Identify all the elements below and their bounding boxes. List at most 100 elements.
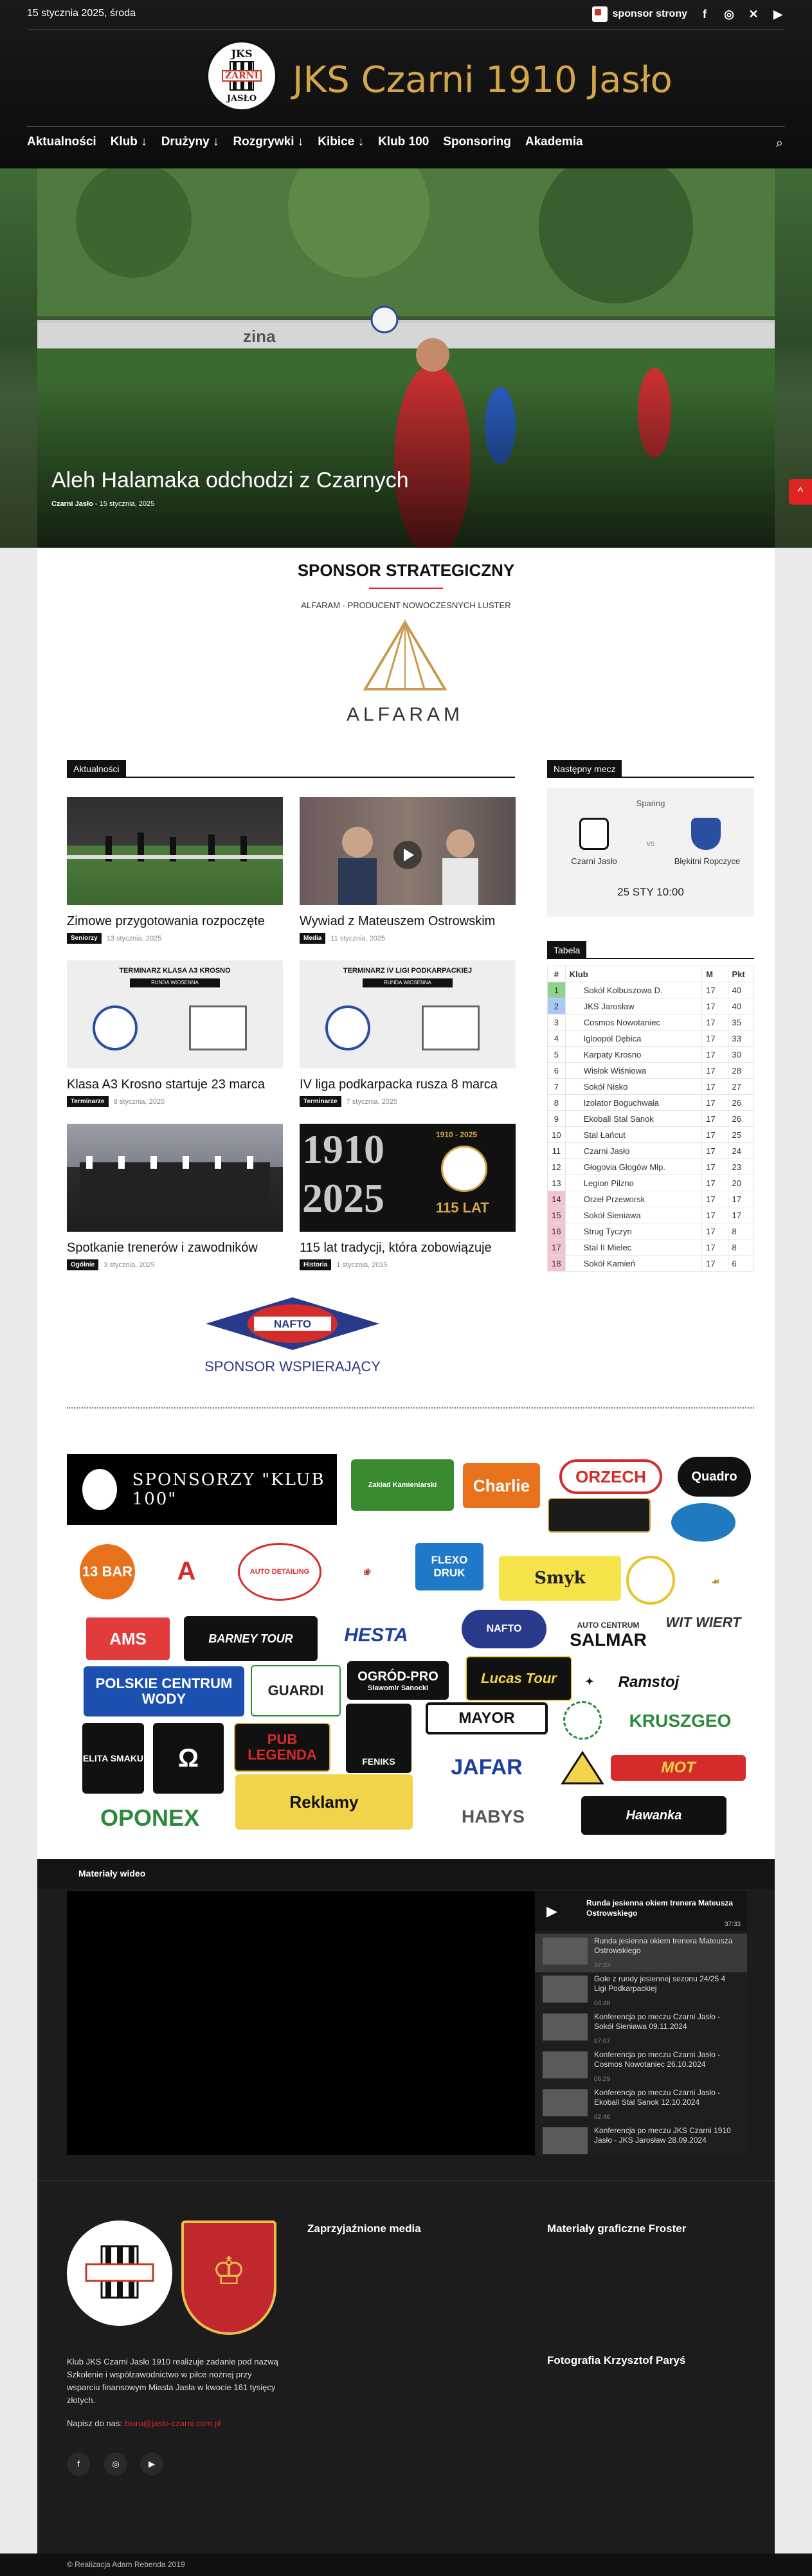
table-cell-club[interactable]: Sokół Nisko — [564, 1078, 703, 1095]
sponsor-link[interactable]: sponsor strony — [591, 6, 687, 22]
sponsor-logo-mot[interactable]: MOT — [611, 1755, 746, 1781]
news-image[interactable] — [67, 1124, 283, 1232]
table-cell-club[interactable]: Ekoball Stal Sanok — [564, 1110, 703, 1127]
sponsor-logo-omega[interactable]: Ω — [153, 1723, 224, 1794]
sponsor-logo-ramstoj[interactable]: Ramstoj — [607, 1668, 690, 1697]
sponsor-logo-ogrodpro[interactable]: OGRÓD-PRO Sławomir Sanocki — [347, 1661, 449, 1700]
video-player[interactable] — [67, 1891, 535, 2155]
table-cell-club[interactable]: Głogovia Głogów Młp. — [564, 1158, 703, 1175]
jaslo-coat-of-arms[interactable]: ♔ — [181, 2220, 276, 2335]
hero-title[interactable]: Aleh Halamaka odchodzi z Czarnych — [51, 468, 409, 493]
playlist-item[interactable]: Konferencja po meczu Czarni Jasło - Sokó… — [543, 2010, 735, 2046]
sponsor-logo-ams[interactable]: AMS — [86, 1617, 170, 1660]
news-card[interactable]: Wywiad z Mateuszem Ostrowskim Media 11 st… — [300, 797, 516, 944]
news-image[interactable]: 1910 2025 1910 - 2025 115 LAT — [300, 1124, 516, 1232]
sponsor-logo-gold[interactable]: ☙ — [681, 1562, 748, 1601]
news-card[interactable]: TERMINARZ KLASA A3 KROSNO RUNDA WIOSENNA… — [67, 960, 283, 1107]
nav-item-akademia[interactable]: Akademia — [525, 135, 583, 149]
sponsor-logo-hawanka[interactable]: Hawanka — [581, 1796, 726, 1835]
club-logo[interactable]: JKS ZARNI JASŁO — [206, 40, 278, 112]
sponsor-logo-orzech[interactable]: ORZECH — [559, 1459, 662, 1494]
sponsor-logo-witwiert[interactable]: WIT WIERT — [658, 1610, 748, 1635]
youtube-icon[interactable]: ▶ — [771, 8, 785, 21]
table-cell-club[interactable]: Stal II Mielec — [564, 1239, 703, 1256]
table-cell-club[interactable]: Cosmos Nowotaniec — [564, 1014, 703, 1031]
table-cell-club[interactable]: Wisłok Wiśniowa — [564, 1062, 703, 1079]
sponsor-logo-quadro[interactable]: Quadro — [678, 1457, 751, 1497]
news-image[interactable]: TERMINARZ IV LIGI PODKARPACKIEJ RUNDA WI… — [300, 960, 516, 1068]
sponsor-logo-13bar[interactable]: 13 BAR — [80, 1544, 135, 1599]
sponsor-logo-guardi[interactable]: GUARDI — [251, 1665, 341, 1716]
news-title[interactable]: Spotkanie trenerów i zawodników — [67, 1241, 283, 1256]
table-cell-club[interactable]: Sokół Kolbuszowa D. — [564, 982, 703, 998]
video-thumbnail[interactable] — [543, 2089, 588, 2116]
video-thumbnail[interactable] — [543, 1938, 588, 1965]
playlist-item[interactable]: Konferencja po meczu Czarni Jasło - Ekob… — [543, 2085, 735, 2121]
sponsor-logo-lucastour[interactable]: Lucas Tour — [465, 1656, 572, 1701]
playlist-item[interactable]: Gole z rundy jesiennej sezonu 24/25 4 Li… — [543, 1972, 735, 2008]
scroll-top-button[interactable]: ^ — [789, 479, 812, 505]
news-card[interactable]: Zimowe przygotowania rozpoczęte Seniorzy… — [67, 797, 283, 944]
news-tag[interactable]: Ogólnie — [67, 1259, 99, 1270]
nav-item-klub100[interactable]: Klub 100 — [378, 135, 429, 149]
facebook-icon[interactable]: f — [67, 2453, 90, 2476]
alfaram-logo[interactable]: ALFARAM — [341, 617, 469, 726]
news-tag[interactable]: Terminarze — [300, 1096, 341, 1107]
table-cell-club[interactable]: Sokół Kamień — [564, 1255, 703, 1272]
news-tag[interactable]: Terminarze — [67, 1096, 109, 1107]
news-image[interactable] — [300, 797, 516, 905]
video-thumbnail[interactable] — [543, 1976, 588, 2003]
news-title[interactable]: 115 lat tradycji, która zobowiązuje — [300, 1241, 516, 1256]
news-title[interactable]: Zimowe przygotowania rozpoczęte — [67, 914, 283, 929]
instagram-icon[interactable]: ◎ — [722, 8, 736, 21]
table-cell-club[interactable]: JKS Jarosław — [564, 998, 703, 1014]
sponsor-logo-circle[interactable] — [626, 1556, 675, 1605]
sponsor-logo-oponex[interactable]: OPONEX — [82, 1800, 217, 1836]
table-cell-club[interactable]: Izolator Boguchwała — [564, 1094, 703, 1111]
playlist-header[interactable]: ▶ Runda jesienna okiem trenera Mateusza … — [535, 1891, 747, 1931]
sponsor-logo-kamieniarski[interactable]: Zakład Kamieniarski — [351, 1459, 454, 1511]
video-thumbnail[interactable] — [543, 2051, 588, 2078]
news-card[interactable]: 1910 2025 1910 - 2025 115 LAT 115 lat tr… — [300, 1124, 516, 1270]
sponsor-logo-bird[interactable]: ✦ — [576, 1669, 603, 1695]
news-card[interactable]: TERMINARZ IV LIGI PODKARPACKIEJ RUNDA WI… — [300, 960, 516, 1107]
news-tag[interactable]: Media — [300, 933, 326, 944]
youtube-icon[interactable]: ▶ — [140, 2453, 163, 2476]
nafto-sponsor[interactable]: NAFTO SPONSOR WSPIERAJĄCY — [193, 1296, 392, 1374]
nav-item-sponsoring[interactable]: Sponsoring — [443, 135, 511, 149]
sponsor-logo-schabowy[interactable]: ❀ — [328, 1543, 405, 1601]
facebook-icon[interactable]: f — [698, 8, 712, 21]
nav-item-aktualnosci[interactable]: Aktualności — [27, 135, 96, 149]
table-cell-club[interactable]: Czarni Jasło — [564, 1142, 703, 1159]
sponsor-logo-blue-oval[interactable] — [671, 1503, 735, 1542]
video-thumbnail[interactable] — [543, 2127, 588, 2154]
news-image[interactable] — [67, 797, 283, 905]
footer-email-link[interactable]: biuro@jaslo-czarni.com.pl — [125, 2418, 221, 2428]
play-icon[interactable]: ▶ — [546, 1903, 557, 1920]
news-tag[interactable]: Seniorzy — [67, 933, 102, 944]
table-cell-club[interactable]: Legion Pilzno — [564, 1175, 703, 1191]
video-thumbnail[interactable] — [543, 2013, 588, 2040]
klub100-banner[interactable]: SPONSORZY "KLUB 100" — [67, 1454, 337, 1525]
sponsor-logo-warning[interactable] — [557, 1749, 608, 1787]
hero-author[interactable]: Czarni Jasło — [51, 500, 93, 508]
sponsor-logo-feniks[interactable]: FENIKS — [346, 1704, 411, 1773]
sponsor-logo-barneytour[interactable]: BARNEY TOUR — [184, 1616, 318, 1661]
site-title[interactable]: JKS Czarni 1910 Jasło — [293, 59, 672, 101]
sponsor-logo-mayor[interactable]: MAYOR — [426, 1702, 548, 1734]
sponsor-logo-dark[interactable] — [548, 1498, 651, 1533]
table-cell-club[interactable]: Stal Łańcut — [564, 1126, 703, 1143]
sponsor-logo-pcwody[interactable]: POLSKIE CENTRUM WODY — [84, 1666, 244, 1716]
table-cell-club[interactable]: Strug Tyczyn — [564, 1223, 703, 1239]
news-title[interactable]: Klasa A3 Krosno startuje 23 marca — [67, 1077, 283, 1092]
nav-item-druzyny[interactable]: Drużyny ↓ — [161, 135, 219, 149]
playlist-item[interactable]: Runda jesienna okiem trenera Mateusza Os… — [543, 1934, 735, 1970]
instagram-icon[interactable]: ◎ — [104, 2453, 127, 2476]
news-title[interactable]: IV liga podkarpacka rusza 8 marca — [300, 1077, 516, 1092]
next-match-widget[interactable]: Sparing Czarni Jasło vs Błękitni Ropczyc… — [547, 788, 754, 917]
sponsor-logo-salmar[interactable]: AUTO CENTRUM SALMAR — [557, 1610, 660, 1661]
table-cell-club[interactable]: Igloopol Dębica — [564, 1030, 703, 1047]
nav-item-klub[interactable]: Klub ↓ — [111, 135, 147, 149]
sponsor-logo-kruszgeo[interactable]: KRUSZGEO — [611, 1704, 750, 1738]
sponsor-logo-publegenda[interactable]: PUB LEGENDA — [234, 1723, 330, 1772]
